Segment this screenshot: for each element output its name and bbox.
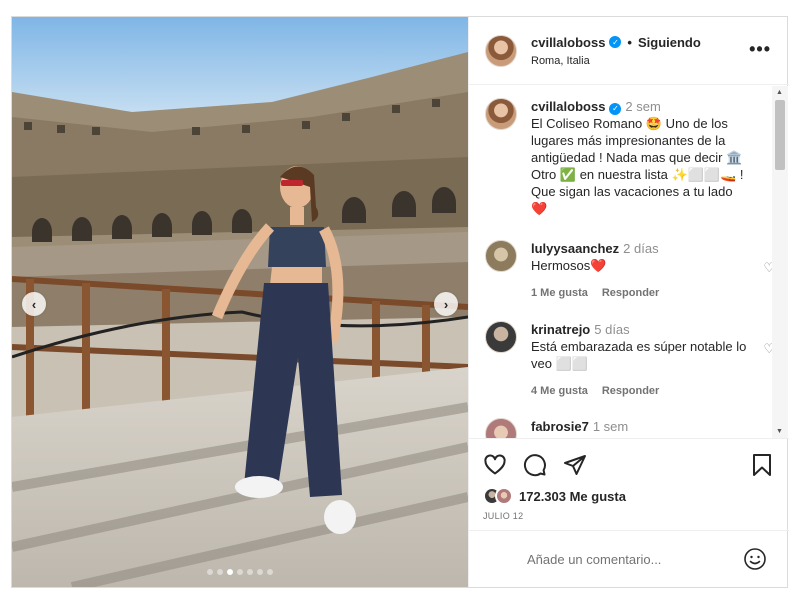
more-options-icon[interactable]: ••• bbox=[749, 39, 771, 60]
caption-time: 2 sem bbox=[625, 99, 661, 114]
comments-scrollbar[interactable]: ▲ ▼ bbox=[772, 86, 788, 438]
reply-button[interactable]: Responder bbox=[602, 287, 659, 299]
emoji-icon[interactable] bbox=[743, 547, 767, 576]
post-header: cvillaloboss ✓ • Siguiendo Roma, Italia … bbox=[469, 17, 789, 85]
carousel-dot bbox=[237, 569, 243, 575]
comment-item: krinatrejo 5 días Está embarazada es súpe… bbox=[485, 321, 775, 400]
carousel-dot bbox=[207, 569, 213, 575]
comment-composer bbox=[469, 530, 789, 587]
verified-badge-icon: ✓ bbox=[609, 102, 622, 115]
carousel-dot bbox=[247, 569, 253, 575]
liker-avatar bbox=[495, 487, 513, 505]
separator-dot: • bbox=[627, 34, 632, 50]
scroll-up-arrow-icon[interactable]: ▲ bbox=[776, 89, 783, 96]
comment-item: lulyysaanchez 2 días Hermosos❤️ 1 Me gust… bbox=[485, 240, 775, 302]
post-date: JULIO 12 bbox=[483, 511, 524, 521]
chevron-left-icon: ‹ bbox=[31, 296, 37, 312]
bookmark-icon[interactable] bbox=[751, 453, 773, 477]
caption-username[interactable]: cvillaloboss bbox=[531, 99, 605, 114]
comment-item: fabrosie7 1 sem bbox=[485, 418, 775, 438]
coliseum-photo bbox=[12, 17, 468, 587]
like-heart-icon[interactable] bbox=[483, 453, 507, 477]
commenter-avatar[interactable] bbox=[485, 240, 517, 272]
carousel-dot bbox=[257, 569, 263, 575]
previous-slide-button[interactable]: ‹ bbox=[22, 292, 46, 316]
caption-text: El Coliseo Romano 🤩 Uno de los lugares m… bbox=[531, 116, 744, 216]
likes-summary[interactable]: 172.303 Me gusta bbox=[483, 487, 626, 505]
following-button[interactable]: Siguiendo bbox=[638, 35, 701, 50]
next-slide-button[interactable]: › bbox=[434, 292, 458, 316]
comments-list: cvillaloboss ✓ 2 sem El Coliseo Romano 🤩 U… bbox=[469, 86, 789, 438]
carousel-dot bbox=[267, 569, 273, 575]
comment-username[interactable]: fabrosie7 bbox=[531, 419, 589, 434]
comment-likes[interactable]: 4 Me gusta bbox=[531, 385, 588, 397]
post-details-panel: cvillaloboss ✓ • Siguiendo Roma, Italia … bbox=[468, 17, 789, 587]
comment-time: 2 días bbox=[623, 241, 659, 256]
carousel-dot bbox=[217, 569, 223, 575]
commenter-avatar[interactable] bbox=[485, 321, 517, 353]
comment-likes[interactable]: 1 Me gusta bbox=[531, 287, 588, 299]
comment-text: Hermosos❤️ bbox=[531, 258, 607, 273]
author-avatar[interactable] bbox=[485, 34, 517, 67]
post-caption: cvillaloboss ✓ 2 sem El Coliseo Romano 🤩 U… bbox=[485, 98, 775, 217]
chevron-right-icon: › bbox=[443, 296, 449, 312]
commenter-avatar[interactable] bbox=[485, 418, 517, 438]
comment-username[interactable]: krinatrejo bbox=[531, 322, 590, 337]
verified-badge-icon: ✓ bbox=[609, 36, 622, 48]
reply-button[interactable]: Responder bbox=[602, 385, 659, 397]
post-actions: 172.303 Me gusta JULIO 12 bbox=[469, 438, 789, 530]
comment-icon[interactable] bbox=[523, 453, 547, 477]
add-comment-input[interactable] bbox=[527, 548, 727, 570]
post-dialog: ‹ › cvillaloboss ✓ • Siguiendo Roma, Ita… bbox=[11, 16, 789, 588]
scrollbar-thumb[interactable] bbox=[775, 100, 785, 170]
post-photo[interactable]: ‹ › bbox=[12, 17, 468, 587]
author-username[interactable]: cvillaloboss bbox=[531, 35, 605, 50]
share-icon[interactable] bbox=[563, 453, 587, 477]
comment-time: 1 sem bbox=[592, 419, 629, 434]
likes-count[interactable]: 172.303 Me gusta bbox=[519, 489, 626, 504]
carousel-dot-active bbox=[227, 569, 233, 575]
caption-author-avatar[interactable] bbox=[485, 98, 517, 130]
comment-time: 5 días bbox=[594, 322, 630, 337]
comment-text: Está embarazada es súper notable lo veo … bbox=[531, 339, 747, 371]
scroll-down-arrow-icon[interactable]: ▼ bbox=[776, 428, 783, 435]
post-location[interactable]: Roma, Italia bbox=[531, 55, 701, 67]
carousel-indicator bbox=[12, 569, 468, 575]
comment-username[interactable]: lulyysaanchez bbox=[531, 241, 619, 256]
